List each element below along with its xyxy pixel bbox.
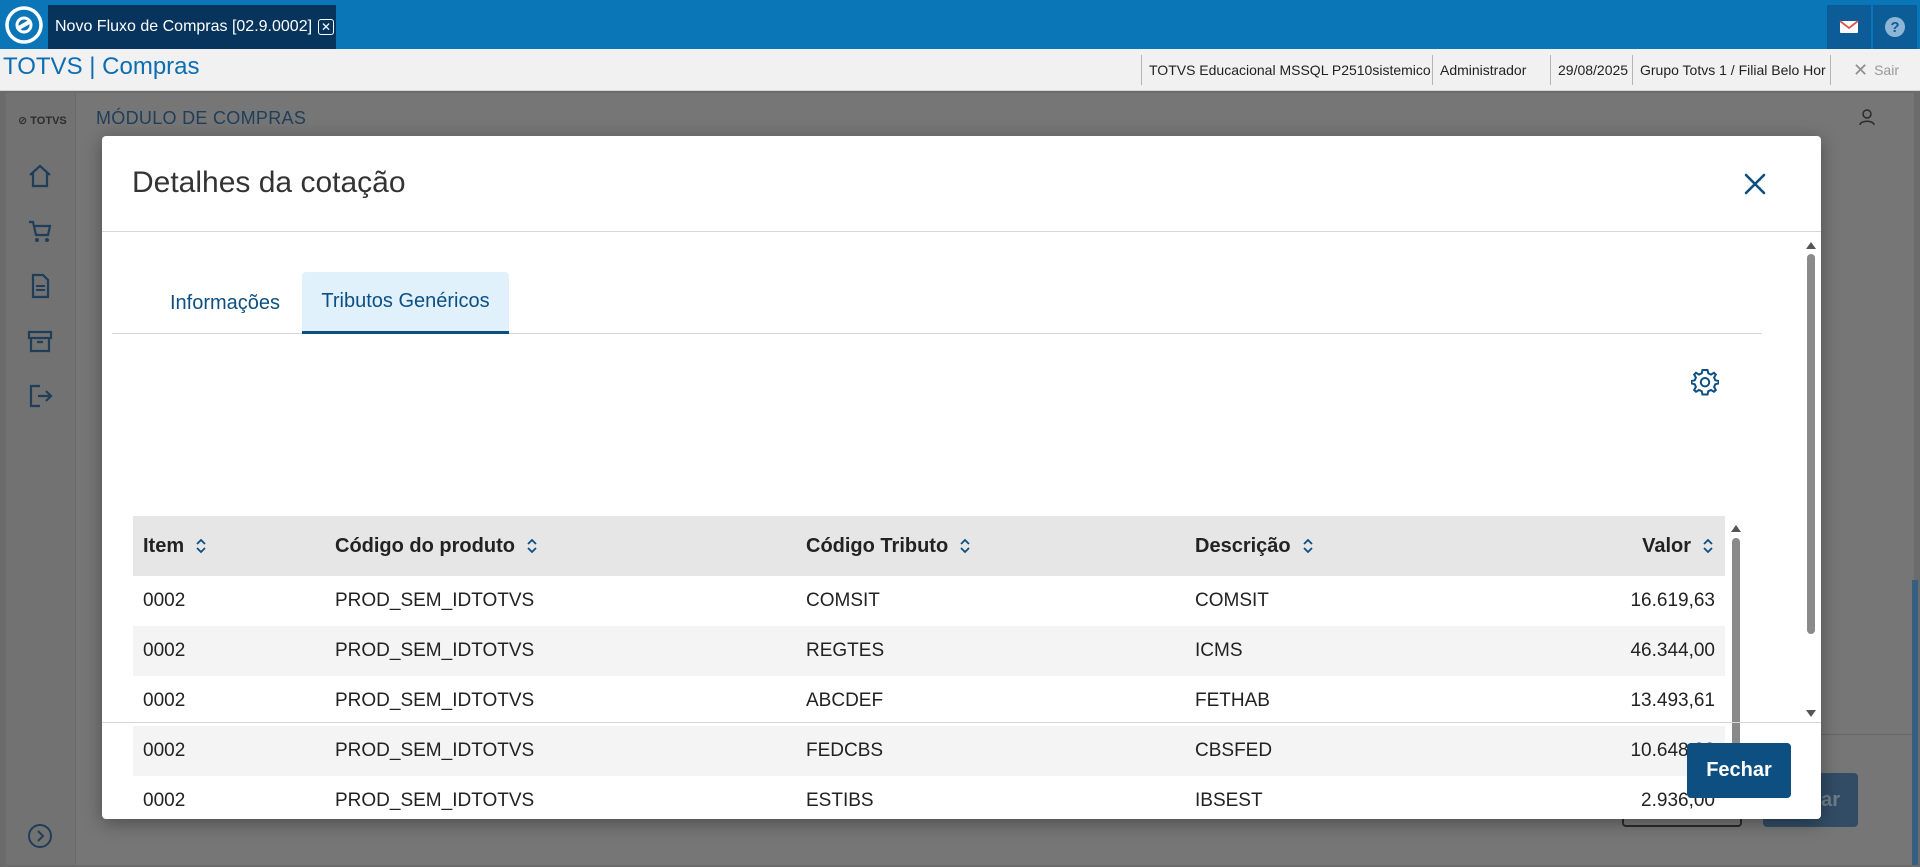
window-tab-close-icon[interactable]: ✕	[318, 19, 335, 35]
gear-icon[interactable]	[1690, 368, 1720, 396]
sort-icon[interactable]	[1701, 536, 1715, 556]
cell-description: ICMS	[1195, 640, 1243, 661]
modal-header: Detalhes da cotação	[102, 136, 1821, 232]
cell-value: 16.619,63	[1630, 590, 1715, 611]
table-row[interactable]: 0002 PROD_SEM_IDTOTVS COMSIT COMSIT 16.6…	[133, 576, 1725, 626]
home-icon[interactable]	[26, 162, 54, 190]
cell-value: 13.493,61	[1630, 690, 1715, 711]
column-header-tax-code[interactable]: Código Tributo	[806, 516, 972, 576]
cell-tax-code: REGTES	[806, 640, 885, 661]
archive-icon[interactable]	[26, 327, 54, 355]
cell-item: 0002	[143, 640, 186, 661]
column-header-item[interactable]: Item	[143, 516, 208, 576]
window-tab-title: Novo Fluxo de Compras [02.9.0002]	[55, 18, 313, 35]
header-user[interactable]: Administrador	[1432, 55, 1550, 85]
column-header-description[interactable]: Descrição	[1195, 516, 1315, 576]
exit-label: Sair	[1874, 62, 1899, 78]
sort-icon[interactable]	[194, 536, 208, 556]
close-icon[interactable]	[1741, 170, 1769, 198]
background-scrollbar	[1912, 580, 1918, 865]
sort-icon[interactable]	[525, 536, 539, 556]
header-date[interactable]: 29/08/2025	[1550, 55, 1632, 85]
tab-informacoes[interactable]: Informações	[150, 272, 300, 334]
tab-tributos-genericos[interactable]: Tributos Genéricos	[302, 272, 509, 334]
expand-icon[interactable]	[26, 822, 54, 850]
background-divider	[1806, 734, 1914, 735]
cell-item: 0002	[143, 690, 186, 711]
logout-icon[interactable]	[26, 382, 54, 410]
quotation-details-modal: Detalhes da cotação Informações Tributos…	[102, 136, 1821, 819]
title-bar: Novo Fluxo de Compras [02.9.0002] ✕ ?	[0, 0, 1920, 49]
sort-icon[interactable]	[1301, 536, 1315, 556]
help-icon: ?	[1885, 17, 1905, 37]
cell-description: FETHAB	[1195, 690, 1270, 711]
cell-value: 46.344,00	[1630, 640, 1715, 661]
exit-button[interactable]: ✕ Sair	[1830, 55, 1920, 85]
module-title: MÓDULO DE COMPRAS	[96, 108, 307, 128]
mail-button[interactable]	[1827, 5, 1871, 49]
document-icon[interactable]	[26, 272, 54, 300]
cart-icon[interactable]	[26, 217, 54, 245]
cell-product-code: PROD_SEM_IDTOTVS	[335, 690, 535, 711]
close-button[interactable]: Fechar	[1687, 743, 1791, 798]
sidebar	[6, 93, 76, 865]
table-row[interactable]: 0002 PROD_SEM_IDTOTVS ABCDEF FETHAB 13.4…	[133, 676, 1725, 726]
help-button[interactable]: ?	[1873, 5, 1917, 49]
cell-item: 0002	[143, 590, 186, 611]
modal-body: Informações Tributos Genéricos Item Códi…	[102, 232, 1821, 811]
column-header-value[interactable]: Valor	[1642, 516, 1715, 576]
tab-bar: Informações Tributos Genéricos	[112, 272, 1762, 334]
cell-tax-code: ABCDEF	[806, 690, 884, 711]
mail-icon	[1839, 20, 1859, 33]
modal-footer: Fechar	[102, 722, 1821, 819]
user-icon	[1856, 106, 1878, 128]
column-header-product-code[interactable]: Código do produto	[335, 516, 539, 576]
totvs-logo-icon	[4, 5, 44, 45]
modal-scrollbar[interactable]	[1806, 240, 1816, 718]
header-company[interactable]: TOTVS Educacional MSSQL P2510sistemico	[1141, 55, 1432, 85]
brand-title: TOTVS | Compras	[3, 53, 200, 80]
cell-product-code: PROD_SEM_IDTOTVS	[335, 590, 535, 611]
table-row[interactable]: 0002 PROD_SEM_IDTOTVS REGTES ICMS 46.344…	[133, 626, 1725, 676]
window-tab[interactable]: Novo Fluxo de Compras [02.9.0002] ✕	[48, 5, 336, 49]
sidebar-logo: ⊘ TOTVS	[18, 115, 67, 127]
app-header: TOTVS | Compras TOTVS Educacional MSSQL …	[0, 49, 1920, 91]
header-branch[interactable]: Grupo Totvs 1 / Filial Belo Hor	[1632, 55, 1830, 85]
cell-product-code: PROD_SEM_IDTOTVS	[335, 640, 535, 661]
cell-description: COMSIT	[1195, 590, 1269, 611]
sort-icon[interactable]	[958, 536, 972, 556]
modal-title: Detalhes da cotação	[132, 166, 406, 199]
cell-tax-code: COMSIT	[806, 590, 880, 611]
exit-icon: ✕	[1853, 59, 1869, 80]
table-header: Item Código do produto Código Tributo De…	[133, 516, 1725, 576]
